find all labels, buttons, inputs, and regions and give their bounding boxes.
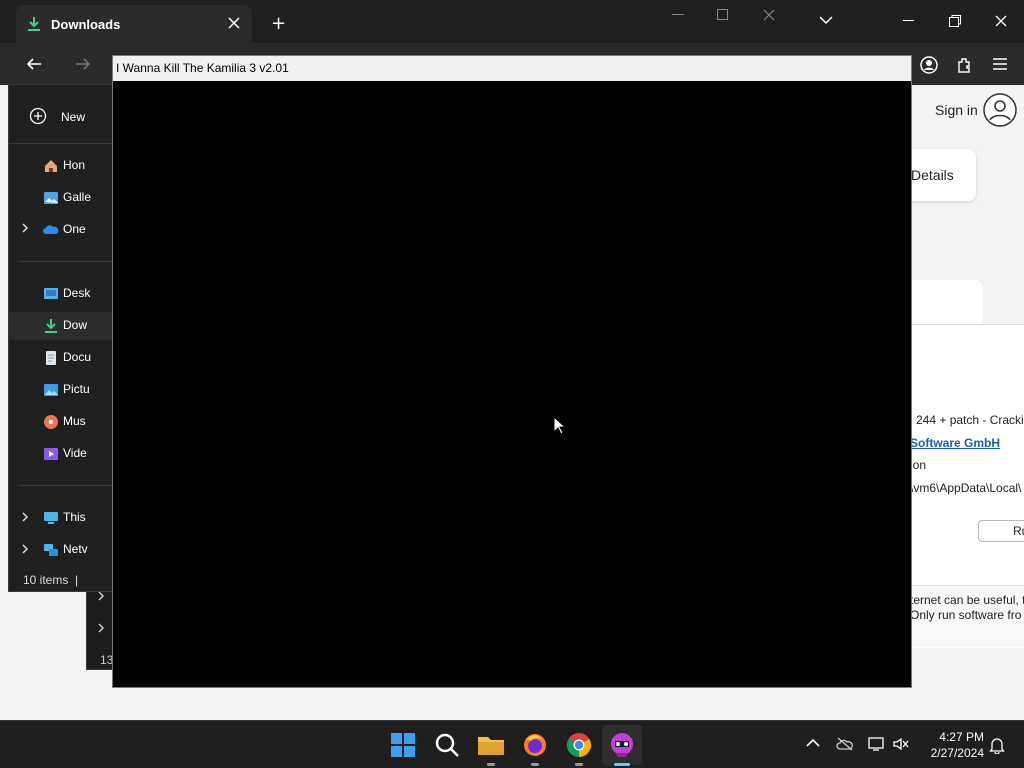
active-indicator bbox=[614, 763, 630, 766]
videos-icon bbox=[44, 448, 58, 460]
avatar-icon[interactable] bbox=[983, 93, 1017, 127]
nav-item-onedrive[interactable]: One bbox=[9, 216, 113, 244]
back-icon[interactable] bbox=[26, 56, 42, 72]
divider bbox=[19, 485, 113, 486]
search-icon bbox=[435, 733, 459, 757]
windows-logo-icon bbox=[391, 733, 415, 757]
run-button[interactable]: Ru bbox=[978, 520, 1024, 542]
nav-item-gallery[interactable]: Galle bbox=[9, 184, 113, 212]
chevron-right-icon[interactable] bbox=[97, 623, 105, 633]
onedrive-offline-icon[interactable] bbox=[836, 736, 854, 752]
system-clock[interactable]: 4:27 PM 2/27/2024 bbox=[920, 729, 984, 761]
gallery-icon bbox=[44, 192, 58, 204]
start-button[interactable] bbox=[387, 729, 419, 761]
publisher-link[interactable]: Software GmbH bbox=[910, 436, 1000, 450]
file-name-text: l 244 + patch - Cracki bbox=[910, 413, 1024, 427]
network-icon[interactable] bbox=[868, 736, 886, 752]
sign-in-link[interactable]: Sign in bbox=[935, 102, 978, 118]
divider bbox=[9, 143, 113, 144]
nav-item-documents[interactable]: Docu bbox=[9, 344, 113, 372]
browser-tab-title: Downloads bbox=[51, 17, 121, 32]
network-icon bbox=[44, 544, 58, 556]
game-canvas[interactable] bbox=[113, 81, 911, 687]
mouse-cursor-icon bbox=[553, 416, 565, 435]
clock-time: 4:27 PM bbox=[939, 730, 984, 744]
folder-icon bbox=[478, 737, 504, 755]
minimize-icon[interactable] bbox=[903, 20, 915, 22]
download-icon bbox=[26, 16, 42, 32]
maximize-icon[interactable] bbox=[717, 9, 728, 20]
nav-item-home[interactable]: Hon bbox=[9, 152, 113, 180]
chevron-down-icon[interactable] bbox=[819, 15, 833, 25]
documents-icon bbox=[46, 351, 56, 365]
nav-item-pictures[interactable]: Pictu bbox=[9, 376, 113, 404]
chrome-icon bbox=[566, 733, 592, 757]
running-indicator bbox=[575, 763, 583, 766]
close-icon[interactable] bbox=[763, 9, 775, 21]
notification-bell-icon[interactable] bbox=[989, 736, 1005, 754]
menu-icon[interactable] bbox=[992, 57, 1008, 71]
warning-text-2: Only run software fro bbox=[910, 608, 1022, 622]
warning-text-1: ternet can be useful, t bbox=[910, 593, 1024, 607]
new-tab-button[interactable]: + bbox=[271, 13, 286, 34]
desktop-icon bbox=[44, 288, 58, 299]
search-button[interactable] bbox=[431, 729, 463, 761]
pictures-icon bbox=[44, 384, 58, 396]
minimize-icon[interactable] bbox=[672, 14, 684, 16]
home-icon bbox=[45, 160, 57, 172]
close-tab-icon[interactable] bbox=[228, 17, 240, 29]
nav-item-downloads[interactable]: Dow bbox=[9, 312, 113, 340]
new-button[interactable]: New bbox=[29, 107, 85, 125]
divider bbox=[19, 261, 113, 262]
taskbar: 4:27 PM 2/27/2024 bbox=[0, 720, 1024, 768]
status-separator: | bbox=[75, 573, 79, 587]
close-icon[interactable] bbox=[995, 15, 1007, 27]
file-explorer-window: New Hon Galle One Desk Dow Docu Pictu Mu… bbox=[8, 84, 113, 592]
nav-item-desktop[interactable]: Desk bbox=[9, 280, 113, 308]
game-window[interactable]: I Wanna Kill The Kamilia 3 v2.01 bbox=[112, 55, 912, 688]
forward-icon[interactable] bbox=[75, 56, 91, 72]
downloads-icon bbox=[45, 319, 57, 333]
game-app-icon bbox=[611, 733, 633, 757]
game-window-title: I Wanna Kill The Kamilia 3 v2.01 bbox=[116, 61, 289, 75]
game-title-bar[interactable]: I Wanna Kill The Kamilia 3 v2.01 bbox=[113, 56, 911, 81]
nav-item-music[interactable]: Mus bbox=[9, 408, 113, 436]
nav-item-videos[interactable]: Vide bbox=[9, 440, 113, 468]
music-icon bbox=[44, 415, 58, 429]
nav-item-network[interactable]: Netv bbox=[9, 536, 113, 564]
volume-muted-icon[interactable] bbox=[892, 736, 910, 752]
taskbar-chrome[interactable] bbox=[563, 729, 595, 761]
restore-icon[interactable] bbox=[949, 15, 961, 27]
nav-item-this-pc[interactable]: This bbox=[9, 504, 113, 532]
extensions-icon[interactable] bbox=[956, 56, 974, 74]
profile-icon[interactable] bbox=[920, 56, 938, 74]
path-text: \vm6\AppData\Local\ bbox=[910, 481, 1022, 495]
this-pc-icon bbox=[44, 512, 58, 524]
taskbar-file-explorer[interactable] bbox=[475, 729, 507, 761]
onedrive-icon bbox=[43, 225, 59, 234]
item-count: 10 items bbox=[23, 573, 69, 587]
clock-date: 2/27/2024 bbox=[930, 746, 984, 760]
type-text: ion bbox=[910, 458, 927, 472]
running-indicator bbox=[487, 763, 495, 766]
chevron-up-icon[interactable] bbox=[806, 738, 820, 748]
firefox-icon bbox=[524, 734, 546, 756]
chevron-right-icon[interactable] bbox=[97, 591, 105, 601]
taskbar-game[interactable] bbox=[606, 729, 638, 761]
running-indicator bbox=[531, 763, 539, 766]
taskbar-firefox[interactable] bbox=[519, 729, 551, 761]
plus-circle-icon bbox=[29, 107, 47, 125]
